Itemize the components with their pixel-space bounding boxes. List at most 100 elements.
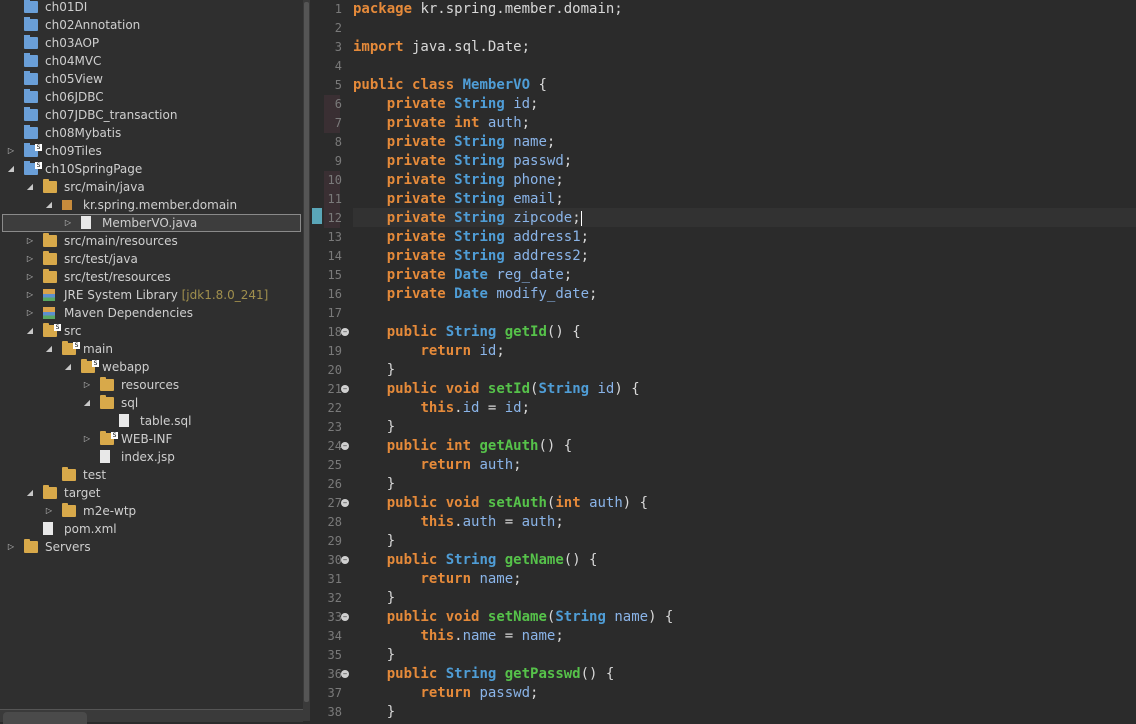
tree-item[interactable]: ◢ kr.spring.member.domain	[0, 196, 303, 214]
tree-item[interactable]: ▷ resources	[0, 376, 303, 394]
tree-item[interactable]: ▷ Maven Dependencies	[0, 304, 303, 322]
code-line[interactable]: this.name = name;	[353, 627, 563, 646]
collapse-arrow-icon[interactable]: ▷	[82, 430, 92, 448]
code-line[interactable]: public String getPasswd() {	[353, 665, 615, 684]
tree-item[interactable]: ch02Annotation	[0, 16, 303, 34]
code-token: ;	[521, 400, 531, 416]
tree-item[interactable]: ▷ src/test/java	[0, 250, 303, 268]
fold-toggle-icon[interactable]: −	[341, 385, 349, 393]
collapse-arrow-icon[interactable]: ▷	[44, 502, 54, 520]
expand-arrow-icon[interactable]: ◢	[6, 160, 16, 178]
code-line[interactable]: }	[353, 646, 395, 665]
servers-view-tab[interactable]	[3, 712, 87, 724]
fold-toggle-icon[interactable]: −	[341, 613, 349, 621]
code-line[interactable]: private String address2;	[353, 247, 589, 266]
code-line[interactable]: private Date modify_date;	[353, 285, 598, 304]
tree-item[interactable]: pom.xml	[0, 520, 303, 538]
code-line[interactable]: return id;	[353, 342, 504, 361]
tree-item[interactable]: ▷ Servers	[0, 538, 303, 556]
tree-item[interactable]: ▷ m2e-wtp	[0, 502, 303, 520]
expand-arrow-icon[interactable]: ◢	[82, 394, 92, 412]
fold-toggle-icon[interactable]: −	[341, 442, 349, 450]
code-line[interactable]: }	[353, 361, 395, 380]
tree-item[interactable]: test	[0, 466, 303, 484]
collapse-arrow-icon[interactable]: ▷	[6, 142, 16, 160]
tree-item[interactable]: ch05View	[0, 70, 303, 88]
fold-toggle-icon[interactable]: −	[341, 670, 349, 678]
code-line[interactable]: public int getAuth() {	[353, 437, 572, 456]
tree-item-label: ch05View	[45, 72, 103, 86]
code-line[interactable]: private String email;	[353, 190, 564, 209]
tree-item[interactable]: ch06JDBC	[0, 88, 303, 106]
code-line[interactable]: private String phone;	[353, 171, 564, 190]
tree-item[interactable]: ◢ target	[0, 484, 303, 502]
expand-arrow-icon[interactable]: ◢	[63, 358, 73, 376]
explorer-scrollbar[interactable]	[303, 0, 310, 721]
code-line[interactable]: }	[353, 589, 395, 608]
code-line[interactable]: return passwd;	[353, 684, 538, 703]
tree-item[interactable]: ch08Mybatis	[0, 124, 303, 142]
tree-item[interactable]: ▷ MemberVO.java	[0, 214, 303, 232]
tree-item[interactable]: ◢ Ssrc	[0, 322, 303, 340]
tree-item[interactable]: ▷ Sch09Tiles	[0, 142, 303, 160]
code-line[interactable]: return auth;	[353, 456, 521, 475]
code-line[interactable]: private String address1;	[353, 228, 589, 247]
fold-toggle-icon[interactable]: −	[341, 328, 349, 336]
code-line[interactable]: public void setName(String name) {	[353, 608, 674, 627]
tree-item[interactable]: ◢ sql	[0, 394, 303, 412]
collapse-arrow-icon[interactable]: ▷	[82, 376, 92, 394]
code-line[interactable]: return name;	[353, 570, 521, 589]
code-line[interactable]: this.auth = auth;	[353, 513, 563, 532]
collapse-arrow-icon[interactable]: ▷	[25, 250, 35, 268]
collapse-arrow-icon[interactable]: ▷	[25, 232, 35, 250]
code-token: .	[454, 400, 463, 416]
tree-item[interactable]: ▷ S WEB-INF	[0, 430, 303, 448]
tree-item[interactable]: ◢ Sch10SpringPage	[0, 160, 303, 178]
code-line[interactable]: }	[353, 475, 395, 494]
collapse-arrow-icon[interactable]: ▷	[25, 268, 35, 286]
code-line[interactable]: import java.sql.Date;	[353, 38, 530, 57]
tree-item[interactable]: ◢ src/main/java	[0, 178, 303, 196]
code-line[interactable]: }	[353, 532, 395, 551]
collapse-arrow-icon[interactable]: ▷	[63, 214, 73, 232]
tree-item[interactable]: ▷ src/main/resources	[0, 232, 303, 250]
code-line[interactable]: private Date reg_date;	[353, 266, 572, 285]
tree-item[interactable]: ch07JDBC_transaction	[0, 106, 303, 124]
code-line[interactable]: public String getId() {	[353, 323, 581, 342]
tree-item[interactable]: ◢ Smain	[0, 340, 303, 358]
code-line[interactable]: public void setId(String id) {	[353, 380, 640, 399]
fold-toggle-icon[interactable]: −	[341, 499, 349, 507]
code-line[interactable]: private String passwd;	[353, 152, 572, 171]
tree-item[interactable]: table.sql	[0, 412, 303, 430]
collapse-arrow-icon[interactable]: ▷	[25, 304, 35, 322]
tree-item[interactable]: index.jsp	[0, 448, 303, 466]
expand-arrow-icon[interactable]: ◢	[44, 340, 54, 358]
code-line[interactable]: public String getName() {	[353, 551, 598, 570]
tree-item[interactable]: ▷ JRE System Library [jdk1.8.0_241]	[0, 286, 303, 304]
code-line[interactable]: public class MemberVO {	[353, 76, 547, 95]
scrollbar-thumb[interactable]	[304, 2, 309, 702]
code-line[interactable]: public void setAuth(int auth) {	[353, 494, 648, 513]
fold-toggle-icon[interactable]: −	[341, 556, 349, 564]
code-line[interactable]: }	[353, 418, 395, 437]
tree-item[interactable]: ch04MVC	[0, 52, 303, 70]
expand-arrow-icon[interactable]: ◢	[25, 484, 35, 502]
code-line[interactable]: private String id;	[353, 95, 539, 114]
code-line[interactable]: private int auth;	[353, 114, 530, 133]
code-line[interactable]: private String zipcode;	[353, 209, 582, 228]
tree-item[interactable]: ch01DI	[0, 0, 303, 16]
code-line[interactable]: package kr.spring.member.domain;	[353, 0, 623, 19]
expand-arrow-icon[interactable]: ◢	[25, 178, 35, 196]
expand-arrow-icon[interactable]: ◢	[44, 196, 54, 214]
code-token: phone	[513, 172, 556, 188]
code-line[interactable]: }	[353, 703, 395, 722]
code-line[interactable]: this.id = id;	[353, 399, 530, 418]
line-number: 17	[327, 306, 342, 320]
expand-arrow-icon[interactable]: ◢	[25, 322, 35, 340]
tree-item[interactable]: ch03AOP	[0, 34, 303, 52]
code-line[interactable]: private String name;	[353, 133, 556, 152]
tree-item[interactable]: ▷ src/test/resources	[0, 268, 303, 286]
collapse-arrow-icon[interactable]: ▷	[6, 538, 16, 556]
tree-item[interactable]: ◢ Swebapp	[0, 358, 303, 376]
collapse-arrow-icon[interactable]: ▷	[25, 286, 35, 304]
